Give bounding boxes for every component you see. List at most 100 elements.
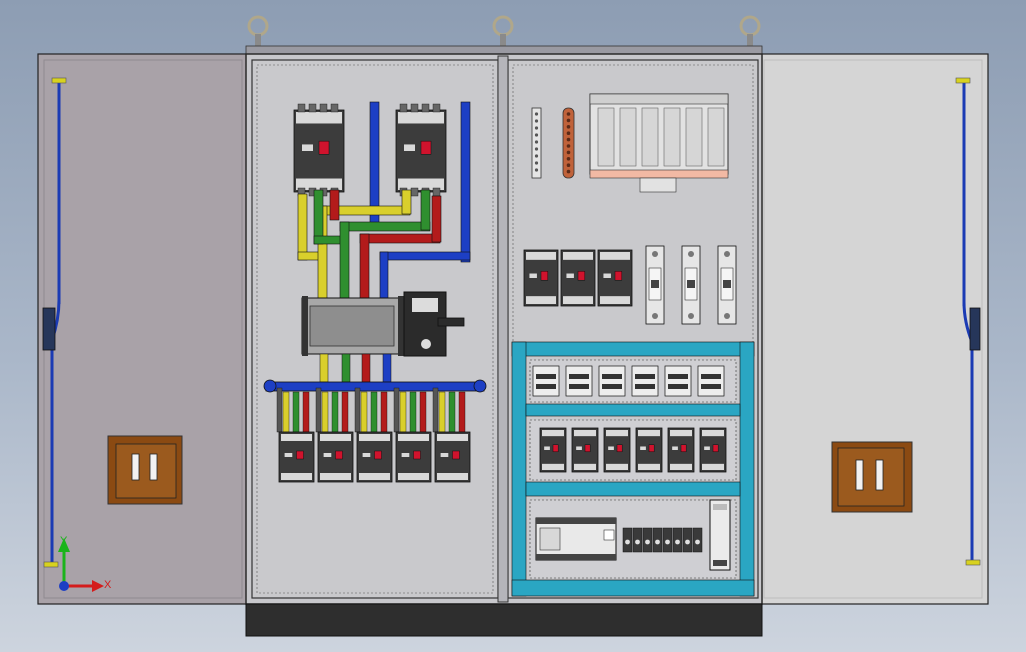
axis-y-label: Y xyxy=(60,535,68,547)
isolator-handle[interactable] xyxy=(437,317,465,327)
feeder-busbar-drops xyxy=(276,387,466,433)
relay-module[interactable] xyxy=(635,427,663,473)
modular-device[interactable] xyxy=(598,365,626,397)
earth-bar-screw xyxy=(566,144,571,148)
feeder-drop-bar xyxy=(370,391,378,433)
lifting-eye-center xyxy=(492,15,514,46)
earth-bar-screw xyxy=(566,112,571,116)
lifting-eyes xyxy=(247,15,761,46)
terminal-screw xyxy=(534,154,539,158)
cable-duct-top xyxy=(589,93,729,193)
terminal-screw xyxy=(534,126,539,130)
main-isolator-switch[interactable] xyxy=(301,291,465,357)
control-breakers xyxy=(523,249,633,307)
duct-slot xyxy=(685,107,703,167)
terminal-screw xyxy=(534,133,539,137)
fuse-holders xyxy=(645,245,737,325)
feeder-drop-bar xyxy=(331,391,339,433)
axis-x-label: X xyxy=(104,579,112,591)
relay-module[interactable] xyxy=(667,427,695,473)
terminal-screw xyxy=(534,119,539,123)
modular-device[interactable] xyxy=(697,365,725,397)
electrical-cabinet-drawing: Y X xyxy=(37,15,989,637)
distribution-busbar xyxy=(263,379,487,393)
terminal-block xyxy=(622,527,633,553)
relay-module[interactable] xyxy=(539,427,567,473)
right-door-handle[interactable] xyxy=(831,441,913,513)
control-breaker[interactable] xyxy=(523,249,559,307)
feeder-drop-bar xyxy=(393,387,400,433)
main-breaker[interactable] xyxy=(293,103,345,197)
duct-slot xyxy=(707,107,725,167)
feeder-drop-bar xyxy=(438,391,446,433)
terminal-screw xyxy=(534,147,539,151)
feeder-breaker[interactable] xyxy=(278,431,315,483)
feeder-breaker[interactable] xyxy=(356,431,393,483)
feeder-drop-bar xyxy=(380,391,388,433)
left-door-handle[interactable] xyxy=(107,435,183,505)
feeder-drop-bar xyxy=(292,391,300,433)
earth-bar-screw xyxy=(566,169,571,174)
feeder-drop-bar xyxy=(354,387,361,433)
terminal-screw xyxy=(534,161,539,165)
feeder-drop-bar xyxy=(432,387,439,433)
feeder-drop-bar xyxy=(458,391,466,433)
duct-slot xyxy=(597,107,615,167)
feeder-drop-bar xyxy=(448,391,456,433)
feeder-breaker[interactable] xyxy=(317,431,354,483)
feeder-breaker[interactable] xyxy=(395,431,432,483)
duct-slot xyxy=(619,107,637,167)
left-door xyxy=(37,53,249,605)
feeder-drop-bar xyxy=(360,391,368,433)
earth-bar-screw xyxy=(566,125,571,129)
relay-module[interactable] xyxy=(571,427,599,473)
feeder-breakers xyxy=(278,431,471,483)
control-breaker[interactable] xyxy=(560,249,596,307)
cabinet-plinth xyxy=(245,603,763,637)
right-door xyxy=(757,53,989,605)
terminal-block xyxy=(642,527,653,553)
center-post xyxy=(497,55,509,603)
modular-device[interactable] xyxy=(532,365,560,397)
terminal-screw xyxy=(534,140,539,144)
terminal-block xyxy=(682,527,693,553)
earth-bar-screw xyxy=(566,137,571,142)
terminal-block xyxy=(632,527,643,553)
terminal-screw xyxy=(534,112,539,116)
duct-slot xyxy=(641,107,659,167)
terminal-block xyxy=(652,527,663,553)
earth-bar-screw xyxy=(566,163,571,167)
terminal-screw xyxy=(534,168,539,172)
feeder-drop-bar xyxy=(302,391,310,433)
copper-earth-bar xyxy=(562,107,575,179)
earth-bar-screw xyxy=(566,157,571,161)
control-breaker[interactable] xyxy=(597,249,633,307)
feeder-drop-bar xyxy=(321,391,329,433)
fuse-holder[interactable] xyxy=(645,245,665,325)
lifting-eye-left xyxy=(247,15,269,46)
modular-device[interactable] xyxy=(631,365,659,397)
main-breaker[interactable] xyxy=(395,103,447,197)
duct-slot xyxy=(663,107,681,167)
fuse-holder[interactable] xyxy=(717,245,737,325)
terminal-block xyxy=(662,527,673,553)
feeder-drop-bar xyxy=(399,391,407,433)
earth-bar-screw xyxy=(566,118,571,123)
feeder-drop-bar xyxy=(282,391,290,433)
earth-bar-screw xyxy=(566,131,571,135)
modular-device[interactable] xyxy=(565,365,593,397)
modular-device[interactable] xyxy=(664,365,692,397)
fuse-holder[interactable] xyxy=(681,245,701,325)
terminal-block xyxy=(692,527,703,553)
feeder-drop-bar xyxy=(315,387,322,433)
terminal-block xyxy=(672,527,683,553)
feeder-breaker[interactable] xyxy=(434,431,471,483)
lifting-eye-right xyxy=(739,15,761,46)
relay-module[interactable] xyxy=(603,427,631,473)
plc-controller[interactable] xyxy=(535,517,617,561)
feeder-drop-bar xyxy=(409,391,417,433)
feeder-drop-bar xyxy=(276,387,283,433)
feeder-drop-bar xyxy=(341,391,349,433)
relay-module[interactable] xyxy=(699,427,727,473)
feeder-drop-bar xyxy=(419,391,427,433)
